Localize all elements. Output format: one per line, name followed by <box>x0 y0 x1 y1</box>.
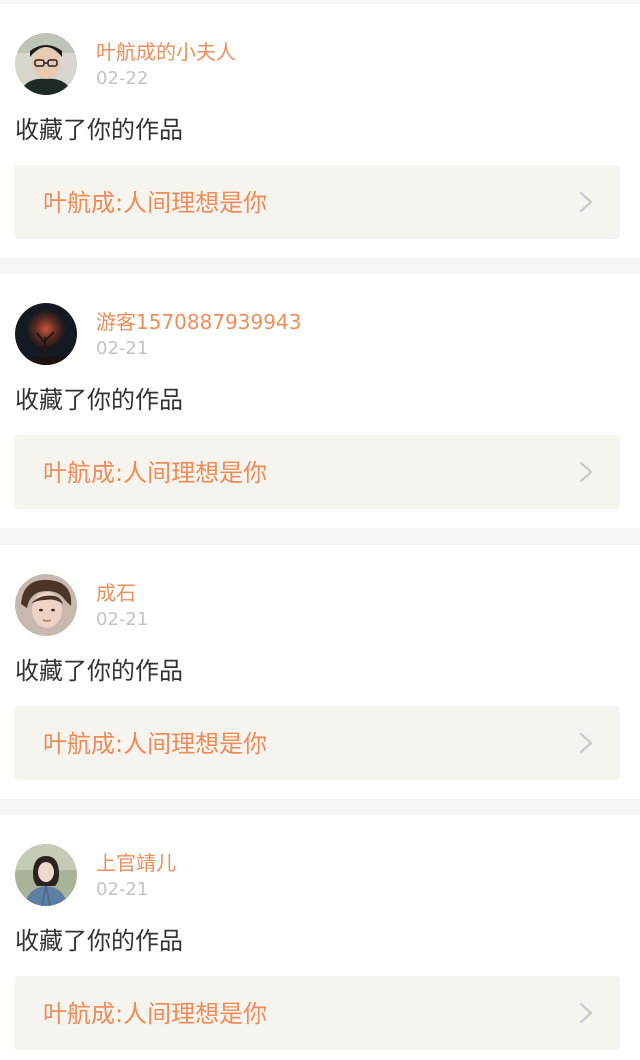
chevron-right-icon <box>578 732 594 754</box>
timestamp: 02-21 <box>96 338 149 359</box>
notification-card: 叶航成的小夫人 02-22 收藏了你的作品 叶航成:人间理想是你 <box>0 4 640 258</box>
action-text: 收藏了你的作品 <box>15 657 183 685</box>
timestamp: 02-21 <box>96 609 149 630</box>
chevron-right-icon <box>578 191 594 213</box>
username[interactable]: 成石 <box>96 581 136 605</box>
chevron-right-icon <box>578 461 594 483</box>
notification-card: 上官靖儿 02-21 收藏了你的作品 叶航成:人间理想是你 <box>0 815 640 1060</box>
user-avatar[interactable] <box>15 844 77 906</box>
action-text: 收藏了你的作品 <box>15 386 183 414</box>
favorites-notification-feed: 叶航成的小夫人 02-22 收藏了你的作品 叶航成:人间理想是你 游客15708… <box>0 0 640 1060</box>
action-text: 收藏了你的作品 <box>15 927 183 955</box>
work-link-card[interactable]: 叶航成:人间理想是你 <box>14 706 620 780</box>
notification-card: 成石 02-21 收藏了你的作品 叶航成:人间理想是你 <box>0 545 640 799</box>
avatar-man-portrait-icon <box>15 574 77 636</box>
work-link-card[interactable]: 叶航成:人间理想是你 <box>14 165 620 239</box>
notification-card: 游客1570887939943 02-21 收藏了你的作品 叶航成:人间理想是你 <box>0 274 640 528</box>
work-title: 叶航成:人间理想是你 <box>43 459 268 487</box>
username[interactable]: 叶航成的小夫人 <box>96 40 236 64</box>
avatar-woman-denim-jacket-icon <box>15 844 77 906</box>
work-title: 叶航成:人间理想是你 <box>43 1000 268 1028</box>
user-avatar[interactable] <box>15 33 77 95</box>
chevron-right-icon <box>578 1002 594 1024</box>
work-title: 叶航成:人间理想是你 <box>43 730 268 758</box>
action-text: 收藏了你的作品 <box>15 116 183 144</box>
timestamp: 02-21 <box>96 879 149 900</box>
work-link-card[interactable]: 叶航成:人间理想是你 <box>14 976 620 1050</box>
avatar-glowing-tree-icon <box>15 303 77 365</box>
user-avatar[interactable] <box>15 574 77 636</box>
work-link-card[interactable]: 叶航成:人间理想是你 <box>14 435 620 509</box>
avatar-young-man-glasses-icon <box>15 33 77 95</box>
username[interactable]: 游客1570887939943 <box>96 310 301 334</box>
user-avatar[interactable] <box>15 303 77 365</box>
work-title: 叶航成:人间理想是你 <box>43 189 268 217</box>
username[interactable]: 上官靖儿 <box>96 851 176 875</box>
timestamp: 02-22 <box>96 68 149 89</box>
